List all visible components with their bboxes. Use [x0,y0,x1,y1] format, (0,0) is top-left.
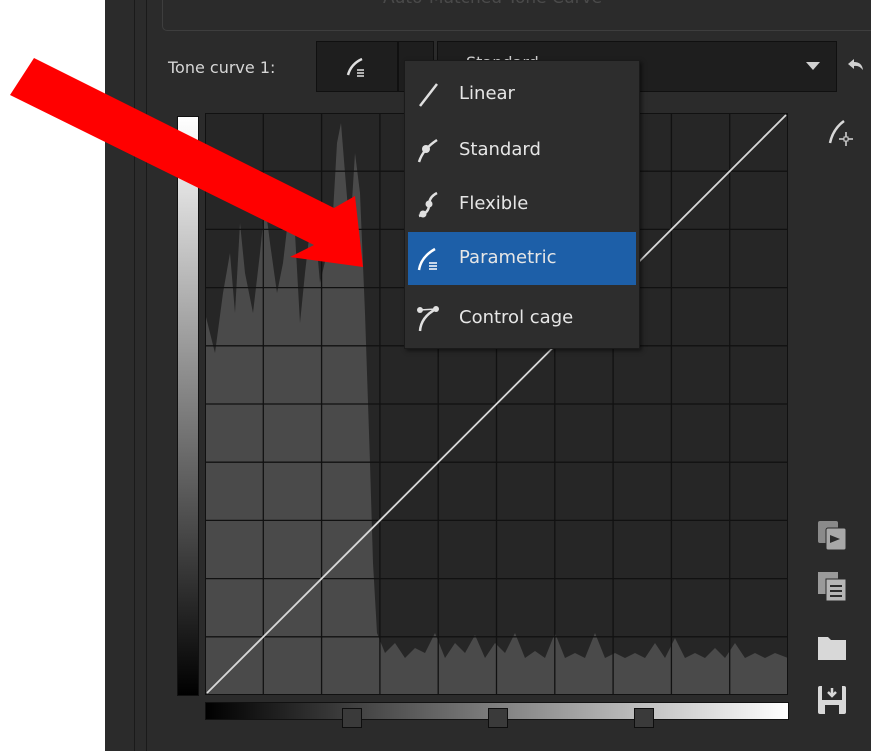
menu-item-label: Linear [459,83,515,104]
menu-item-parametric[interactable]: Parametric [408,232,636,285]
linear-curve-icon [419,83,438,107]
chevron-down-icon [806,62,820,70]
section-title: Auto-Matched Tone Curve [383,0,602,8]
parametric-curve-icon [417,247,437,271]
save-icon[interactable] [815,683,849,717]
tone-curve-label: Tone curve 1: [168,58,276,77]
menu-item-label: Flexible [459,193,529,214]
menu-item-label: Standard [459,139,541,160]
undo-icon[interactable] [845,55,865,75]
menu-item-control-cage[interactable]: Control cage [405,292,639,345]
menu-item-flexible[interactable]: Flexible [405,178,639,231]
parametric-curve-icon [346,57,364,77]
shadow-handle[interactable] [342,708,362,728]
control-cage-icon [417,306,439,332]
curve-type-menu: Linear Standard Flexible Parametric Cont… [404,60,640,349]
output-gradient-bar [177,116,199,696]
flexible-curve-icon [418,191,438,218]
standard-curve-icon [417,138,438,163]
panel-divider [146,0,147,751]
menu-item-label: Control cage [459,307,574,328]
copy-icon[interactable] [815,569,849,603]
open-folder-icon[interactable] [815,630,849,664]
apply-icon[interactable] [815,518,849,552]
section-header[interactable]: Auto-Matched Tone Curve [162,0,871,31]
panel-divider [134,0,135,751]
midtone-handle[interactable] [488,708,508,728]
curve-type-button[interactable] [316,41,398,92]
curve-picker-icon[interactable] [824,115,858,149]
menu-item-label: Parametric [459,247,557,268]
menu-item-linear[interactable]: Linear [405,68,639,121]
menu-item-standard[interactable]: Standard [405,124,639,177]
highlight-handle[interactable] [634,708,654,728]
